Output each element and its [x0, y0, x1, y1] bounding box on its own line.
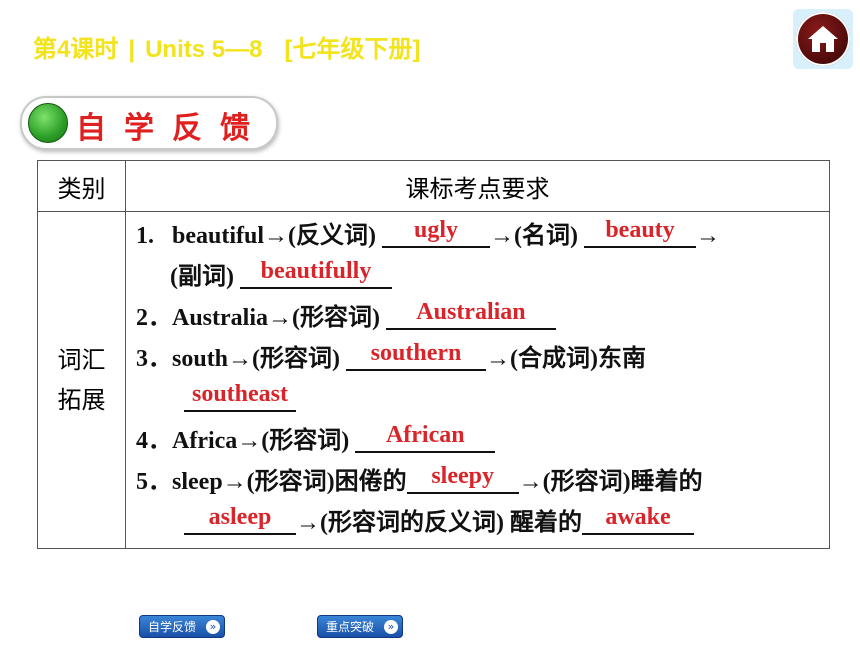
list-item: 4．Africa→(形容词) African: [136, 421, 819, 462]
key-points-nav-button[interactable]: 重点突破 »: [317, 615, 403, 638]
units-label: Units 5—8: [145, 36, 263, 63]
table-header-row: 类别 课标考点要求: [37, 160, 830, 212]
chevron-right-icon: »: [206, 620, 220, 634]
header-category: 类别: [37, 160, 126, 212]
section-title: 自学反馈: [76, 111, 268, 146]
home-icon: [796, 12, 850, 66]
answer-blank: Australian: [385, 298, 556, 330]
answer-blank: asleep: [184, 503, 296, 535]
chevron-right-icon: »: [384, 620, 398, 634]
list-item-continued: southeast: [136, 380, 819, 421]
lesson-label: 第4课时: [33, 36, 119, 63]
list-item-continued: asleep →(形容词的反义词) 醒着的 awake: [136, 503, 819, 544]
category-line-2: 拓展: [57, 386, 106, 414]
list-item: 2．Australia→(形容词) Australian: [136, 298, 819, 339]
grade-label: [七年级下册]: [284, 36, 421, 63]
header-divider: |: [128, 36, 136, 63]
header-requirements: 课标考点要求: [125, 160, 830, 212]
requirements-cell: 1. beautiful→(反义词) ugly →(名词) beauty → (副词…: [125, 211, 830, 549]
answer-blank: southeast: [184, 380, 296, 412]
section-header: 自学反馈: [20, 96, 278, 150]
list-item: 1. beautiful→(反义词) ugly →(名词) beauty →: [136, 216, 720, 249]
vocabulary-table: 类别 课标考点要求 词汇 拓展 1. beautiful→(反义词) ugly →…: [37, 160, 830, 549]
category-cell: 词汇 拓展: [37, 211, 126, 549]
self-study-nav-button[interactable]: 自学反馈 »: [139, 615, 225, 638]
answer-blank: beauty: [583, 216, 696, 248]
answer-blank: beautifully: [239, 257, 392, 289]
answer-blank: southern: [346, 339, 487, 371]
answer-blank: ugly: [382, 216, 490, 248]
answer-blank: sleepy: [406, 462, 519, 494]
category-line-1: 词汇: [57, 346, 106, 374]
home-button[interactable]: [793, 9, 853, 69]
header-title: 第4课时 | Units 5—8 [七年级下册]: [33, 29, 420, 64]
list-item-continued: (副词) beautifully: [136, 257, 819, 298]
list-item: 5．sleep→(形容词)困倦的 sleepy →(形容词)睡着的: [136, 462, 703, 495]
table-row: 词汇 拓展 1. beautiful→(反义词) ugly →(名词) beaut…: [37, 211, 830, 549]
answer-blank: awake: [581, 503, 694, 535]
answer-blank: African: [355, 421, 496, 453]
list-item: 3．south→(形容词) southern →(合成词)东南: [136, 339, 646, 372]
green-dot-icon: [28, 103, 68, 143]
